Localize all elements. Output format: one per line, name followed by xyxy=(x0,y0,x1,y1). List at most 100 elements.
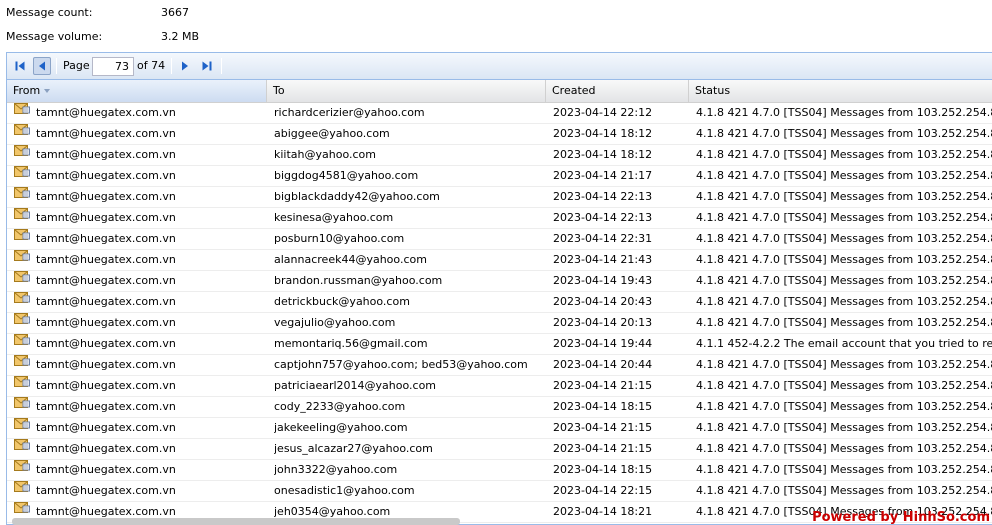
status-cell: 4.1.1 452-4.2.2 The email account that y… xyxy=(696,337,992,350)
created-cell: 2023-04-14 21:15 xyxy=(553,442,653,455)
horizontal-scrollbar[interactable] xyxy=(12,518,460,525)
created-cell: 2023-04-14 18:15 xyxy=(553,463,653,476)
table-row[interactable]: tamnt@huegatex.com.vn patriciaearl2014@ya… xyxy=(7,376,992,397)
table-row[interactable]: tamnt@huegatex.com.vn john3322@yahoo.com 2… xyxy=(7,460,992,481)
status-cell: 4.1.8 421 4.7.0 [TSS04] Messages from 10… xyxy=(696,106,992,119)
envelope-icon xyxy=(14,418,30,437)
message-count-value: 3667 xyxy=(161,6,189,19)
envelope-icon xyxy=(14,460,30,479)
table-row[interactable]: tamnt@huegatex.com.vn captjohn757@yahoo.c… xyxy=(7,355,992,376)
toolbar-separator xyxy=(171,58,172,74)
next-page-button[interactable] xyxy=(176,57,194,75)
from-cell: tamnt@huegatex.com.vn xyxy=(14,334,266,354)
from-address: tamnt@huegatex.com.vn xyxy=(36,505,176,518)
envelope-icon xyxy=(14,187,30,206)
created-cell: 2023-04-14 22:31 xyxy=(553,232,653,245)
from-cell: tamnt@huegatex.com.vn xyxy=(14,481,266,501)
table-row[interactable]: tamnt@huegatex.com.vn kiitah@yahoo.com 202… xyxy=(7,145,992,166)
from-cell: tamnt@huegatex.com.vn xyxy=(14,229,266,249)
status-cell: 4.1.8 421 4.7.0 [TSS04] Messages from 10… xyxy=(696,379,992,392)
from-address: tamnt@huegatex.com.vn xyxy=(36,211,176,224)
table-row[interactable]: tamnt@huegatex.com.vn bigblackdaddy42@yah… xyxy=(7,187,992,208)
to-cell: bigblackdaddy42@yahoo.com xyxy=(274,190,440,203)
status-cell: 4.1.8 421 4.7.0 [TSS04] Messages from 10… xyxy=(696,127,992,140)
summary-panel: Message count: 3667 Message volume: 3.2 … xyxy=(0,0,992,52)
created-cell: 2023-04-14 21:15 xyxy=(553,379,653,392)
column-header-to[interactable]: To xyxy=(267,80,546,102)
to-cell: kiitah@yahoo.com xyxy=(274,148,376,161)
from-address: tamnt@huegatex.com.vn xyxy=(36,127,176,140)
from-address: tamnt@huegatex.com.vn xyxy=(36,442,176,455)
column-header-created-label: Created xyxy=(552,84,596,97)
envelope-icon xyxy=(14,229,30,248)
from-address: tamnt@huegatex.com.vn xyxy=(36,232,176,245)
created-cell: 2023-04-14 20:43 xyxy=(553,295,653,308)
table-row[interactable]: tamnt@huegatex.com.vn kesinesa@yahoo.com 2… xyxy=(7,208,992,229)
from-cell: tamnt@huegatex.com.vn xyxy=(14,166,266,186)
from-address: tamnt@huegatex.com.vn xyxy=(36,316,176,329)
table-row[interactable]: tamnt@huegatex.com.vn brandon.russman@yah… xyxy=(7,271,992,292)
grid-header: From To Created Status xyxy=(7,80,992,103)
table-row[interactable]: tamnt@huegatex.com.vn cody_2233@yahoo.com… xyxy=(7,397,992,418)
created-cell: 2023-04-14 22:15 xyxy=(553,484,653,497)
table-row[interactable]: tamnt@huegatex.com.vn vegajulio@yahoo.com… xyxy=(7,313,992,334)
paging-toolbar: Page of 74 xyxy=(7,53,992,80)
envelope-icon xyxy=(14,145,30,164)
column-header-to-label: To xyxy=(273,84,285,97)
table-row[interactable]: tamnt@huegatex.com.vn alannacreek44@yahoo… xyxy=(7,250,992,271)
table-row[interactable]: tamnt@huegatex.com.vn jesus_alcazar27@yah… xyxy=(7,439,992,460)
from-cell: tamnt@huegatex.com.vn xyxy=(14,355,266,375)
created-cell: 2023-04-14 22:13 xyxy=(553,190,653,203)
page-number-input[interactable] xyxy=(92,57,134,76)
status-cell: 4.1.8 421 4.7.0 [TSS04] Messages from 10… xyxy=(696,484,992,497)
page-total-label: of 74 xyxy=(137,59,166,72)
to-cell: memontariq.56@gmail.com xyxy=(274,337,428,350)
envelope-icon xyxy=(14,292,30,311)
status-cell: 4.1.8 421 4.7.0 [TSS04] Messages from 10… xyxy=(696,232,992,245)
from-cell: tamnt@huegatex.com.vn xyxy=(14,124,266,144)
status-cell: 4.1.8 421 4.7.0 [TSS04] Messages from 10… xyxy=(696,316,992,329)
table-row[interactable]: tamnt@huegatex.com.vn onesadistic1@yahoo.… xyxy=(7,481,992,502)
to-cell: brandon.russman@yahoo.com xyxy=(274,274,443,287)
from-cell: tamnt@huegatex.com.vn xyxy=(14,292,266,312)
column-header-from[interactable]: From xyxy=(7,80,267,102)
from-address: tamnt@huegatex.com.vn xyxy=(36,463,176,476)
from-address: tamnt@huegatex.com.vn xyxy=(36,106,176,119)
last-page-button[interactable] xyxy=(198,57,216,75)
from-address: tamnt@huegatex.com.vn xyxy=(36,169,176,182)
column-header-status[interactable]: Status xyxy=(689,80,992,102)
column-header-created[interactable]: Created xyxy=(546,80,689,102)
message-volume-label: Message volume: xyxy=(6,30,103,43)
to-cell: jesus_alcazar27@yahoo.com xyxy=(274,442,433,455)
toolbar-separator xyxy=(56,58,57,74)
message-count-label: Message count: xyxy=(6,6,93,19)
from-cell: tamnt@huegatex.com.vn xyxy=(14,460,266,480)
table-row[interactable]: tamnt@huegatex.com.vn memontariq.56@gmail… xyxy=(7,334,992,355)
page-label: Page xyxy=(63,59,90,72)
table-row[interactable]: tamnt@huegatex.com.vn jakekeeling@yahoo.c… xyxy=(7,418,992,439)
from-address: tamnt@huegatex.com.vn xyxy=(36,148,176,161)
from-cell: tamnt@huegatex.com.vn xyxy=(14,103,266,123)
first-page-button[interactable] xyxy=(11,57,29,75)
to-cell: onesadistic1@yahoo.com xyxy=(274,484,415,497)
table-row[interactable]: tamnt@huegatex.com.vn posburn10@yahoo.com… xyxy=(7,229,992,250)
previous-page-button[interactable] xyxy=(33,57,51,75)
envelope-icon xyxy=(14,334,30,353)
from-cell: tamnt@huegatex.com.vn xyxy=(14,418,266,438)
envelope-icon xyxy=(14,166,30,185)
created-cell: 2023-04-14 21:15 xyxy=(553,421,653,434)
from-address: tamnt@huegatex.com.vn xyxy=(36,421,176,434)
from-address: tamnt@huegatex.com.vn xyxy=(36,190,176,203)
status-cell: 4.1.8 421 4.7.0 [TSS04] Messages from 10… xyxy=(696,148,992,161)
envelope-icon xyxy=(14,313,30,332)
status-cell: 4.1.8 421 4.7.0 [TSS04] Messages from 10… xyxy=(696,274,992,287)
table-row[interactable]: tamnt@huegatex.com.vn detrickbuck@yahoo.c… xyxy=(7,292,992,313)
table-row[interactable]: tamnt@huegatex.com.vn richardcerizier@yah… xyxy=(7,103,992,124)
column-header-from-label: From xyxy=(13,84,41,97)
envelope-icon xyxy=(14,376,30,395)
table-row[interactable]: tamnt@huegatex.com.vn biggdog4581@yahoo.c… xyxy=(7,166,992,187)
status-cell: 4.1.8 421 4.7.0 [TSS04] Messages from 10… xyxy=(696,253,992,266)
status-cell: 4.1.8 421 4.7.0 [TSS04] Messages from 10… xyxy=(696,421,992,434)
to-cell: posburn10@yahoo.com xyxy=(274,232,405,245)
table-row[interactable]: tamnt@huegatex.com.vn abiggee@yahoo.com 20… xyxy=(7,124,992,145)
